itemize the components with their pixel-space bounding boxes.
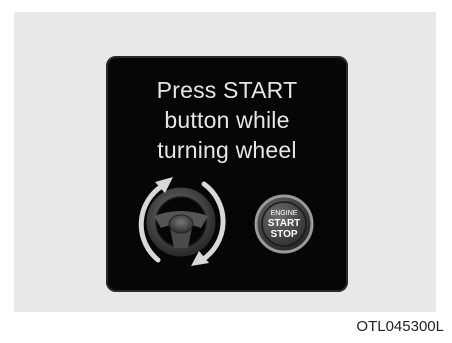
button-label-start: START bbox=[268, 218, 301, 229]
display-graphics: ENGINE START STOP bbox=[138, 177, 314, 266]
button-label-engine: ENGINE bbox=[271, 210, 298, 217]
steering-wheel-icon bbox=[146, 187, 216, 257]
button-label-stop: STOP bbox=[270, 229, 297, 240]
engine-start-stop-button-icon: ENGINE START STOP bbox=[254, 194, 314, 254]
instrument-display: Press START button while turning wheel E… bbox=[106, 56, 348, 292]
figure-code: OTL045300L bbox=[356, 318, 444, 335]
